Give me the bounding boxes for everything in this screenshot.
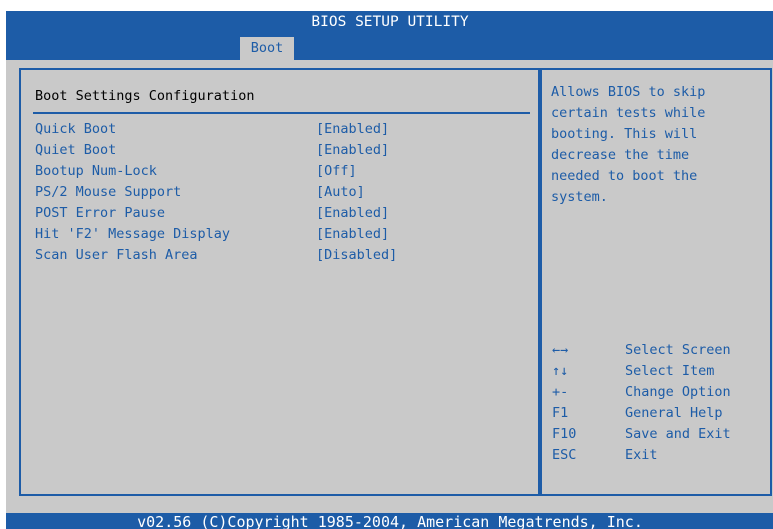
settings-list: Quick Boot [Enabled] Quiet Boot [Enabled…	[35, 119, 535, 266]
tab-bar: Boot	[6, 34, 773, 60]
setting-hit-f2-message-display[interactable]: Hit 'F2' Message Display [Enabled]	[35, 224, 535, 245]
setting-bootup-num-lock[interactable]: Bootup Num-Lock [Off]	[35, 161, 535, 182]
setting-label: Quick Boot	[35, 121, 117, 137]
setting-quick-boot[interactable]: Quick Boot [Enabled]	[35, 119, 535, 140]
setting-value[interactable]: [Enabled]	[316, 203, 389, 224]
key-description: General Help	[625, 405, 723, 421]
setting-label: POST Error Pause	[35, 205, 166, 221]
setting-value[interactable]: [Enabled]	[316, 224, 389, 245]
app-title: BIOS SETUP UTILITY	[311, 14, 469, 30]
left-right-arrows-icon: ←→	[552, 342, 569, 358]
setting-value[interactable]: [Disabled]	[316, 245, 397, 266]
copyright-text: v02.56 (C)Copyright 1985-2004, American …	[137, 513, 643, 529]
setting-label: PS/2 Mouse Support	[35, 184, 182, 200]
setting-value[interactable]: [Off]	[316, 161, 357, 182]
key-hint-select-item: ↑↓ Select Item	[552, 361, 767, 382]
help-description: Allows BIOS to skip certain tests while …	[551, 84, 706, 205]
setting-ps2-mouse-support[interactable]: PS/2 Mouse Support [Auto]	[35, 182, 535, 203]
key-description: Select Item	[625, 363, 715, 379]
setup-frame: Boot Settings Configuration Quick Boot […	[6, 60, 773, 513]
key-description: Save and Exit	[625, 426, 731, 442]
setting-quiet-boot[interactable]: Quiet Boot [Enabled]	[35, 140, 535, 161]
up-down-arrows-icon: ↑↓	[552, 363, 569, 379]
key-hint-save-and-exit: F10 Save and Exit	[552, 424, 767, 445]
tab-boot[interactable]: Boot	[240, 37, 294, 60]
key-hint-general-help: F1 General Help	[552, 403, 767, 424]
setting-value[interactable]: [Enabled]	[316, 119, 389, 140]
setting-value[interactable]: [Auto]	[316, 182, 365, 203]
setting-label: Bootup Num-Lock	[35, 163, 157, 179]
key-description: Exit	[625, 447, 658, 463]
key-hint-exit: ESC Exit	[552, 445, 767, 466]
esc-key: ESC	[552, 447, 577, 463]
settings-panel: Boot Settings Configuration Quick Boot […	[19, 68, 540, 496]
setting-value[interactable]: [Enabled]	[316, 140, 389, 161]
help-panel: Allows BIOS to skip certain tests while …	[540, 68, 772, 496]
plus-minus-key: +-	[552, 384, 569, 400]
key-hint-change-option: +- Change Option	[552, 382, 767, 403]
key-hint-select-screen: ←→ Select Screen	[552, 340, 767, 361]
section-title: Boot Settings Configuration	[35, 88, 255, 104]
key-legend: ←→ Select Screen ↑↓ Select Item +- Chang…	[552, 340, 767, 466]
setting-post-error-pause[interactable]: POST Error Pause [Enabled]	[35, 203, 535, 224]
f1-key: F1	[552, 405, 569, 421]
setting-scan-user-flash-area[interactable]: Scan User Flash Area [Disabled]	[35, 245, 535, 266]
setting-label: Scan User Flash Area	[35, 247, 198, 263]
key-description: Change Option	[625, 384, 731, 400]
copyright-footer: v02.56 (C)Copyright 1985-2004, American …	[6, 513, 773, 529]
title-bar: BIOS SETUP UTILITY	[6, 11, 773, 34]
f10-key: F10	[552, 426, 577, 442]
setting-label: Hit 'F2' Message Display	[35, 226, 231, 242]
section-divider	[33, 112, 530, 114]
setting-label: Quiet Boot	[35, 142, 117, 158]
key-description: Select Screen	[625, 342, 731, 358]
